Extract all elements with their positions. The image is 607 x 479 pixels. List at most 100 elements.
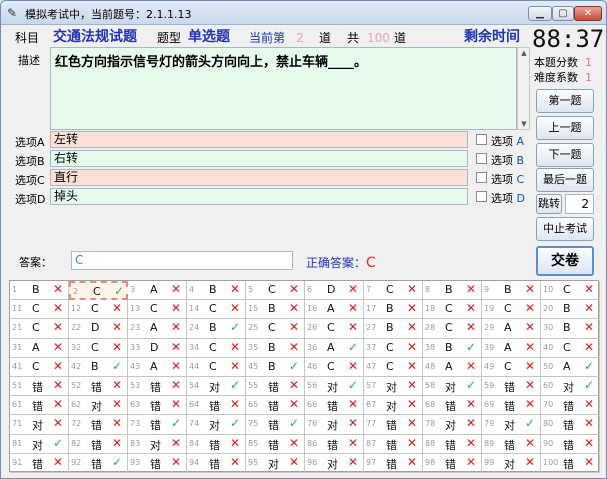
jump-button[interactable]: 跳转 xyxy=(536,194,562,214)
grid-cell-73[interactable]: 73 错 ✓ xyxy=(128,415,187,435)
grid-cell-97[interactable]: 97 错 ✕ xyxy=(364,453,423,473)
grid-cell-85[interactable]: 85 错 ✕ xyxy=(246,434,305,454)
grid-cell-81[interactable]: 81 对 ✓ xyxy=(10,434,69,454)
grid-cell-10[interactable]: 10 C ✕ xyxy=(541,281,600,301)
grid-cell-2[interactable]: 2 C ✓ xyxy=(69,281,128,301)
grid-cell-40[interactable]: 40 C ✕ xyxy=(541,338,600,358)
grid-cell-4[interactable]: 4 B ✕ xyxy=(187,281,246,301)
grid-cell-99[interactable]: 99 对 ✕ xyxy=(482,453,541,473)
option-d-check-label[interactable]: 选项 D xyxy=(491,190,525,206)
grid-cell-53[interactable]: 53 错 ✕ xyxy=(128,377,187,397)
option-a-checkbox[interactable] xyxy=(476,134,487,145)
grid-cell-35[interactable]: 35 B ✕ xyxy=(246,338,305,358)
grid-cell-88[interactable]: 88 错 ✕ xyxy=(423,434,482,454)
option-c-checkbox[interactable] xyxy=(476,172,487,183)
answer-input[interactable]: C xyxy=(71,251,293,270)
grid-cell-13[interactable]: 13 C ✕ xyxy=(128,300,187,320)
last-question-button[interactable]: 最后一题 xyxy=(536,168,594,192)
grid-cell-70[interactable]: 70 错 ✕ xyxy=(541,396,600,416)
grid-cell-21[interactable]: 21 C ✕ xyxy=(10,319,69,339)
grid-cell-94[interactable]: 94 错 ✕ xyxy=(187,453,246,473)
grid-cell-45[interactable]: 45 B ✓ xyxy=(246,357,305,377)
grid-cell-58[interactable]: 58 对 ✓ xyxy=(423,377,482,397)
grid-cell-51[interactable]: 51 错 ✕ xyxy=(10,377,69,397)
grid-cell-30[interactable]: 30 B ✕ xyxy=(541,319,600,339)
grid-cell-25[interactable]: 25 C ✕ xyxy=(246,319,305,339)
grid-cell-71[interactable]: 71 对 ✕ xyxy=(10,415,69,435)
grid-cell-65[interactable]: 65 错 ✕ xyxy=(246,396,305,416)
grid-cell-52[interactable]: 52 错 ✕ xyxy=(69,377,128,397)
grid-cell-92[interactable]: 92 错 ✓ xyxy=(69,453,128,473)
submit-exam-button[interactable]: 交卷 xyxy=(536,246,594,276)
grid-cell-89[interactable]: 89 错 ✕ xyxy=(482,434,541,454)
grid-cell-62[interactable]: 62 对 ✕ xyxy=(69,396,128,416)
grid-cell-84[interactable]: 84 错 ✕ xyxy=(187,434,246,454)
grid-cell-76[interactable]: 76 对 ✕ xyxy=(305,415,364,435)
maximize-button[interactable]: ▢ xyxy=(552,6,574,21)
grid-cell-82[interactable]: 82 错 ✕ xyxy=(69,434,128,454)
grid-cell-16[interactable]: 16 A ✕ xyxy=(305,300,364,320)
previous-question-button[interactable]: 上一题 xyxy=(536,116,594,140)
grid-cell-34[interactable]: 34 C ✕ xyxy=(187,338,246,358)
grid-cell-98[interactable]: 98 错 ✕ xyxy=(423,453,482,473)
grid-cell-50[interactable]: 50 A ✓ xyxy=(541,357,600,377)
grid-cell-43[interactable]: 43 A ✕ xyxy=(128,357,187,377)
grid-cell-80[interactable]: 80 错 ✕ xyxy=(541,415,600,435)
minimize-button[interactable]: ▁ xyxy=(528,6,552,21)
option-a-check-label[interactable]: 选项 A xyxy=(491,133,524,149)
scroll-up-icon[interactable]: ▲ xyxy=(519,48,529,58)
close-button[interactable]: ✕ xyxy=(574,6,602,21)
grid-cell-69[interactable]: 69 错 ✕ xyxy=(482,396,541,416)
grid-cell-5[interactable]: 5 C ✕ xyxy=(246,281,305,301)
grid-cell-42[interactable]: 42 B ✓ xyxy=(69,357,128,377)
grid-cell-64[interactable]: 64 错 ✕ xyxy=(187,396,246,416)
grid-cell-79[interactable]: 79 对 ✓ xyxy=(482,415,541,435)
grid-cell-67[interactable]: 67 对 ✕ xyxy=(364,396,423,416)
jump-number-input[interactable]: 2 xyxy=(565,194,594,214)
grid-cell-6[interactable]: 6 D ✕ xyxy=(305,281,364,301)
grid-cell-96[interactable]: 96 对 ✕ xyxy=(305,453,364,473)
grid-cell-18[interactable]: 18 C ✕ xyxy=(423,300,482,320)
grid-cell-27[interactable]: 27 B ✕ xyxy=(364,319,423,339)
grid-cell-3[interactable]: 3 A ✕ xyxy=(128,281,187,301)
grid-cell-90[interactable]: 90 错 ✕ xyxy=(541,434,600,454)
grid-cell-93[interactable]: 93 错 ✕ xyxy=(128,453,187,473)
grid-cell-47[interactable]: 47 C ✕ xyxy=(364,357,423,377)
grid-cell-83[interactable]: 83 对 ✕ xyxy=(128,434,187,454)
option-d-checkbox[interactable] xyxy=(476,191,487,202)
grid-cell-44[interactable]: 44 C ✕ xyxy=(187,357,246,377)
grid-cell-39[interactable]: 39 A ✕ xyxy=(482,338,541,358)
grid-cell-36[interactable]: 36 A ✓ xyxy=(305,338,364,358)
grid-cell-91[interactable]: 91 错 ✕ xyxy=(10,453,69,473)
grid-cell-87[interactable]: 87 错 ✕ xyxy=(364,434,423,454)
grid-cell-7[interactable]: 7 C ✕ xyxy=(364,281,423,301)
scroll-down-icon[interactable]: ▼ xyxy=(519,119,529,129)
grid-cell-38[interactable]: 38 B ✓ xyxy=(423,338,482,358)
grid-cell-86[interactable]: 86 错 ✕ xyxy=(305,434,364,454)
grid-cell-74[interactable]: 74 对 ✓ xyxy=(187,415,246,435)
grid-cell-55[interactable]: 55 错 ✕ xyxy=(246,377,305,397)
grid-cell-46[interactable]: 46 C ✕ xyxy=(305,357,364,377)
grid-cell-54[interactable]: 54 对 ✓ xyxy=(187,377,246,397)
grid-cell-33[interactable]: 33 D ✕ xyxy=(128,338,187,358)
grid-cell-24[interactable]: 24 B ✓ xyxy=(187,319,246,339)
option-c-check-label[interactable]: 选项 C xyxy=(491,171,524,187)
description-scrollbar[interactable]: ▲ ▼ xyxy=(517,47,530,130)
grid-cell-15[interactable]: 15 B ✕ xyxy=(246,300,305,320)
grid-cell-8[interactable]: 8 B ✕ xyxy=(423,281,482,301)
grid-cell-31[interactable]: 31 A ✕ xyxy=(10,338,69,358)
grid-cell-100[interactable]: 100 错 ✕ xyxy=(541,453,600,473)
stop-exam-button[interactable]: 中止考试 xyxy=(536,217,594,241)
grid-cell-14[interactable]: 14 C ✕ xyxy=(187,300,246,320)
next-question-button[interactable]: 下一题 xyxy=(536,143,594,167)
grid-cell-63[interactable]: 63 错 ✕ xyxy=(128,396,187,416)
grid-cell-78[interactable]: 78 对 ✕ xyxy=(423,415,482,435)
grid-cell-20[interactable]: 20 B ✕ xyxy=(541,300,600,320)
first-question-button[interactable]: 第一题 xyxy=(536,89,594,113)
grid-cell-1[interactable]: 1 B ✕ xyxy=(10,281,69,301)
grid-cell-56[interactable]: 56 对 ✓ xyxy=(305,377,364,397)
grid-cell-61[interactable]: 61 错 ✕ xyxy=(10,396,69,416)
grid-cell-22[interactable]: 22 D ✕ xyxy=(69,319,128,339)
grid-cell-60[interactable]: 60 对 ✓ xyxy=(541,377,600,397)
grid-cell-32[interactable]: 32 C ✕ xyxy=(69,338,128,358)
